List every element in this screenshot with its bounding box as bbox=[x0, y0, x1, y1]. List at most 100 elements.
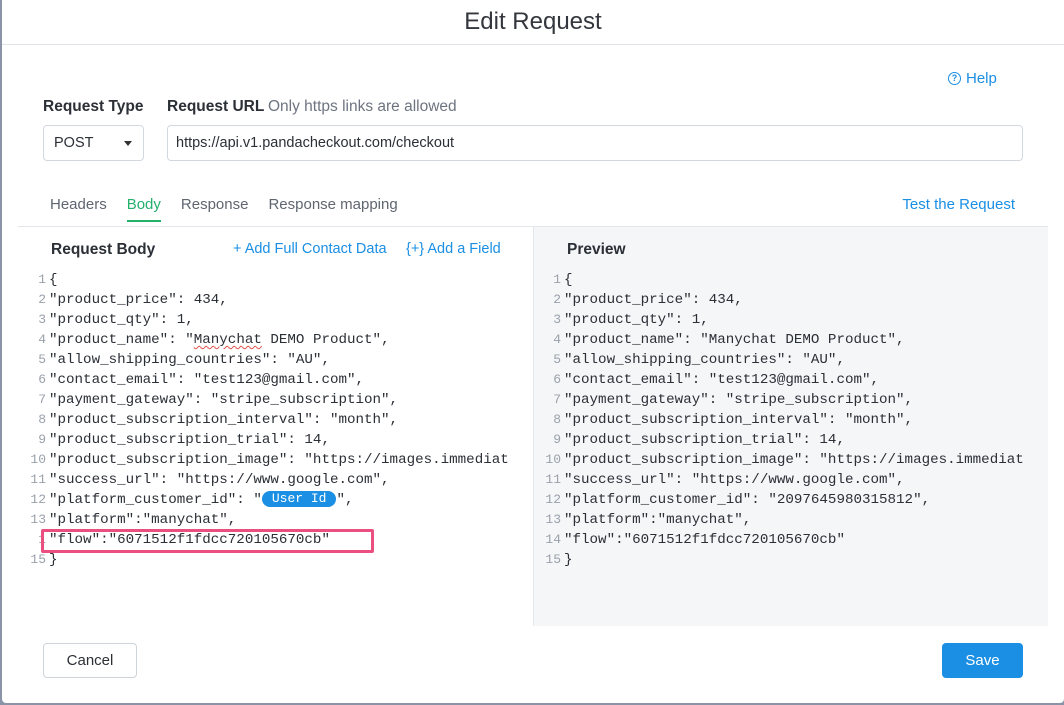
help-link[interactable]: ? Help bbox=[948, 70, 997, 87]
line-number: 14 bbox=[545, 532, 561, 547]
tab-response-mapping[interactable]: Response mapping bbox=[268, 196, 397, 222]
line-number: 15 bbox=[30, 552, 46, 567]
code-line: 6 "contact_email": "test123@gmail.com", bbox=[18, 370, 533, 390]
code-fragment: ", bbox=[336, 492, 354, 508]
code-line: 7 "payment_gateway": "stripe_subscription… bbox=[18, 390, 533, 410]
save-button[interactable]: Save bbox=[942, 643, 1023, 678]
code-line: 4 "product_name": "Manychat DEMO Product"… bbox=[18, 330, 533, 350]
code-text: "platform":"manychat", bbox=[49, 512, 237, 528]
code-line: 5 "allow_shipping_countries": "AU", bbox=[534, 350, 1048, 370]
line-number: 5 bbox=[553, 352, 561, 367]
line-number: 6 bbox=[38, 372, 46, 387]
code-text: "allow_shipping_countries": "AU", bbox=[564, 352, 845, 368]
code-line: 14 "flow":"6071512f1fdcc720105670cb" bbox=[534, 530, 1048, 550]
code-line: 1{ bbox=[18, 270, 533, 290]
code-line: 5 "allow_shipping_countries": "AU", bbox=[18, 350, 533, 370]
request-body-pane: Request Body + Add Full Contact Data {+}… bbox=[18, 227, 533, 626]
code-text: "flow":"6071512f1fdcc720105670cb" bbox=[564, 532, 845, 548]
code-fragment: DEMO Product", bbox=[261, 332, 390, 348]
code-text: } bbox=[49, 552, 58, 568]
line-number: 13 bbox=[545, 512, 561, 527]
tab-headers[interactable]: Headers bbox=[50, 196, 107, 222]
code-text: "success_url": "https://www.google.com", bbox=[564, 472, 905, 488]
code-text: "product_price": 434, bbox=[564, 292, 743, 308]
code-line: 13 "platform":"manychat", bbox=[534, 510, 1048, 530]
code-line: 2 "product_price": 434, bbox=[534, 290, 1048, 310]
tab-body[interactable]: Body bbox=[126, 196, 161, 222]
add-full-contact-data-button[interactable]: + Add Full Contact Data bbox=[233, 241, 387, 257]
line-number: 1 bbox=[38, 532, 46, 547]
add-field-button[interactable]: {+} Add a Field bbox=[406, 241, 501, 257]
line-number: 3 bbox=[553, 312, 561, 327]
code-text: "product_subscription_interval": "month"… bbox=[49, 412, 399, 428]
line-number: 7 bbox=[38, 392, 46, 407]
code-text: "allow_shipping_countries": "AU", bbox=[49, 352, 330, 368]
line-number: 4 bbox=[38, 332, 46, 347]
request-type-label: Request Type bbox=[43, 98, 144, 115]
cancel-button[interactable]: Cancel bbox=[43, 643, 137, 678]
code-text: "contact_email": "test123@gmail.com", bbox=[49, 372, 365, 388]
spellcheck-word: Manychat bbox=[193, 332, 262, 348]
code-line: 1{ bbox=[534, 270, 1048, 290]
code-line: 15} bbox=[534, 550, 1048, 570]
code-line: 13 "platform":"manychat", bbox=[18, 510, 533, 530]
code-text: "payment_gateway": "stripe_subscription"… bbox=[49, 392, 399, 408]
line-number: 12 bbox=[30, 492, 46, 507]
preview-pane: Preview 1{ 2 "product_price": 434, 3 "prod… bbox=[533, 227, 1048, 626]
code-fragment: "product_name": " bbox=[49, 332, 194, 348]
code-line: 15} bbox=[18, 550, 533, 570]
code-text: "platform_customer_id": " User Id ", bbox=[49, 490, 354, 510]
line-number: 2 bbox=[38, 292, 46, 307]
code-text: "product_name": "Manychat DEMO Product", bbox=[49, 330, 390, 350]
line-number: 3 bbox=[38, 312, 46, 327]
code-line: 8 "product_subscription_interval": "month… bbox=[18, 410, 533, 430]
request-url-hint: Only https links are allowed bbox=[268, 98, 457, 115]
code-line: 10 "product_subscription_image": "https:/… bbox=[534, 450, 1048, 470]
code-text: "product_subscription_image": "https://i… bbox=[564, 452, 1024, 468]
test-request-link[interactable]: Test the Request bbox=[902, 196, 1015, 213]
line-number: 8 bbox=[38, 412, 46, 427]
line-number: 5 bbox=[38, 352, 46, 367]
code-line: 9 "product_subscription_trial": 14, bbox=[534, 430, 1048, 450]
code-text: "flow":"6071512f1fdcc720105670cb" bbox=[49, 532, 330, 548]
code-line: 7 "payment_gateway": "stripe_subscription… bbox=[534, 390, 1048, 410]
modal-title: Edit Request bbox=[2, 0, 1064, 45]
code-text: "product_qty": 1, bbox=[49, 312, 194, 328]
line-number: 6 bbox=[553, 372, 561, 387]
line-number: 10 bbox=[545, 452, 561, 467]
code-text: "product_qty": 1, bbox=[564, 312, 709, 328]
line-number: 15 bbox=[545, 552, 561, 567]
code-line: 1 "flow":"6071512f1fdcc720105670cb" bbox=[18, 530, 533, 550]
code-line: 3 "product_qty": 1, bbox=[534, 310, 1048, 330]
code-line: 6 "contact_email": "test123@gmail.com", bbox=[534, 370, 1048, 390]
line-number: 4 bbox=[553, 332, 561, 347]
code-line: 12 "platform_customer_id": "2097645980315… bbox=[534, 490, 1048, 510]
request-url-input[interactable] bbox=[167, 125, 1023, 161]
code-text: "product_price": 434, bbox=[49, 292, 228, 308]
request-body-title: Request Body bbox=[51, 241, 156, 258]
request-body-editor[interactable]: 1{ 2 "product_price": 434, 3 "product_qty"… bbox=[18, 270, 533, 570]
code-text: "product_subscription_trial": 14, bbox=[49, 432, 330, 448]
code-line: 3 "product_qty": 1, bbox=[18, 310, 533, 330]
code-text: "product_subscription_interval": "month"… bbox=[564, 412, 914, 428]
tab-response[interactable]: Response bbox=[181, 196, 249, 222]
code-line: 9 "product_subscription_trial": 14, bbox=[18, 430, 533, 450]
request-type-select[interactable]: POST bbox=[43, 125, 144, 161]
code-text: "product_subscription_image": "https://i… bbox=[49, 452, 509, 468]
code-line: 11 "success_url": "https://www.google.com… bbox=[534, 470, 1048, 490]
line-number: 7 bbox=[553, 392, 561, 407]
user-id-variable-chip[interactable]: User Id bbox=[261, 491, 337, 507]
code-text: "platform_customer_id": "209764598031581… bbox=[564, 492, 931, 508]
code-text: "product_name": "Manychat DEMO Product", bbox=[564, 332, 905, 348]
code-line: 11 "success_url": "https://www.google.com… bbox=[18, 470, 533, 490]
preview-title: Preview bbox=[567, 241, 626, 258]
line-number: 9 bbox=[38, 432, 46, 447]
line-number: 10 bbox=[30, 452, 46, 467]
line-number: 12 bbox=[545, 492, 561, 507]
line-number: 1 bbox=[553, 272, 561, 287]
request-type-value: POST bbox=[54, 135, 94, 151]
code-line: 10 "product_subscription_image": "https:/… bbox=[18, 450, 533, 470]
code-text: { bbox=[564, 272, 573, 288]
code-text: "payment_gateway": "stripe_subscription"… bbox=[564, 392, 914, 408]
line-number: 2 bbox=[553, 292, 561, 307]
